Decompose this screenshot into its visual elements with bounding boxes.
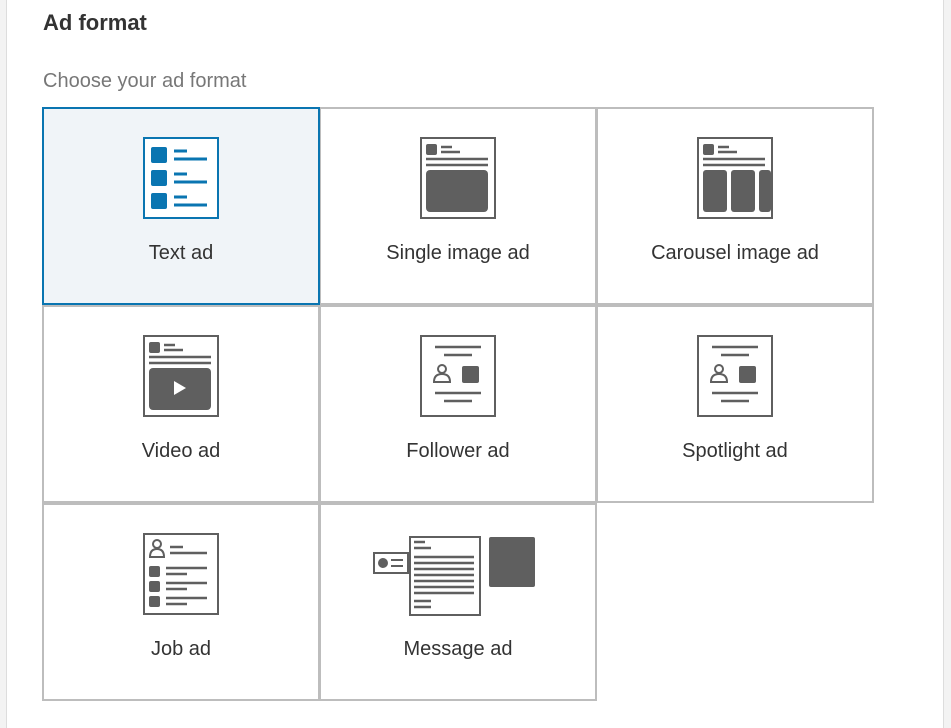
follower-ad-icon (420, 335, 496, 417)
format-label: Follower ad (406, 440, 510, 462)
format-label: Message ad (403, 638, 513, 660)
format-tile-follower-ad[interactable]: Follower ad (319, 305, 597, 503)
job-ad-icon (143, 533, 219, 615)
carousel-image-ad-icon (697, 137, 773, 219)
section-title: Ad format (43, 10, 147, 35)
spotlight-ad-icon (697, 335, 773, 417)
format-label: Video ad (141, 440, 221, 462)
format-label: Text ad (148, 242, 214, 264)
text-ad-icon (143, 137, 219, 219)
video-ad-icon (143, 335, 219, 417)
format-label: Spotlight ad (682, 440, 788, 462)
format-tile-message-ad[interactable]: Message ad (319, 503, 597, 701)
format-tile-single-image-ad[interactable]: Single image ad (319, 107, 597, 305)
single-image-ad-icon (420, 137, 496, 219)
format-tile-text-ad[interactable]: Text ad (42, 107, 320, 305)
message-ad-icon (373, 536, 535, 616)
format-tile-job-ad[interactable]: Job ad (42, 503, 320, 701)
format-tile-video-ad[interactable]: Video ad (42, 305, 320, 503)
format-label: Job ad (150, 638, 212, 660)
format-tile-carousel-image-ad[interactable]: Carousel image ad (596, 107, 874, 305)
format-label: Carousel image ad (651, 242, 819, 264)
section-subtitle: Choose your ad format (43, 70, 247, 92)
format-tile-spotlight-ad[interactable]: Spotlight ad (596, 305, 874, 503)
format-label: Single image ad (386, 242, 530, 264)
